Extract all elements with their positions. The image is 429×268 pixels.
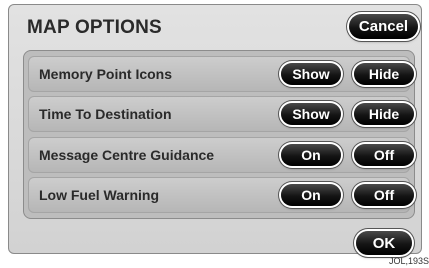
show-button[interactable]: Show — [281, 63, 341, 85]
options-panel: Memory Point Icons Show Hide Time To Des… — [23, 50, 415, 219]
show-button[interactable]: Show — [281, 103, 341, 125]
row-memory-point-icons: Memory Point Icons Show Hide — [28, 56, 414, 92]
ok-button[interactable]: OK — [356, 231, 412, 255]
on-button[interactable]: On — [281, 184, 341, 206]
page-title: MAP OPTIONS — [27, 17, 162, 38]
row-low-fuel-warning: Low Fuel Warning On Off — [28, 177, 414, 213]
cancel-button[interactable]: Cancel — [349, 14, 418, 39]
hide-button[interactable]: Hide — [354, 63, 414, 85]
row-time-to-destination: Time To Destination Show Hide — [28, 96, 414, 132]
row-label: Memory Point Icons — [39, 66, 173, 82]
map-options-screen: MAP OPTIONS Cancel Memory Point Icons Sh… — [8, 4, 422, 255]
row-message-centre-guidance: Message Centre Guidance On Off — [28, 137, 414, 173]
row-label: Time To Destination — [39, 106, 172, 122]
off-button[interactable]: Off — [354, 184, 414, 206]
figure-reference: JOL,193S — [388, 256, 429, 266]
on-button[interactable]: On — [281, 144, 341, 166]
row-label: Low Fuel Warning — [39, 187, 160, 203]
row-label: Message Centre Guidance — [39, 147, 215, 163]
off-button[interactable]: Off — [354, 144, 414, 166]
hide-button[interactable]: Hide — [354, 103, 414, 125]
